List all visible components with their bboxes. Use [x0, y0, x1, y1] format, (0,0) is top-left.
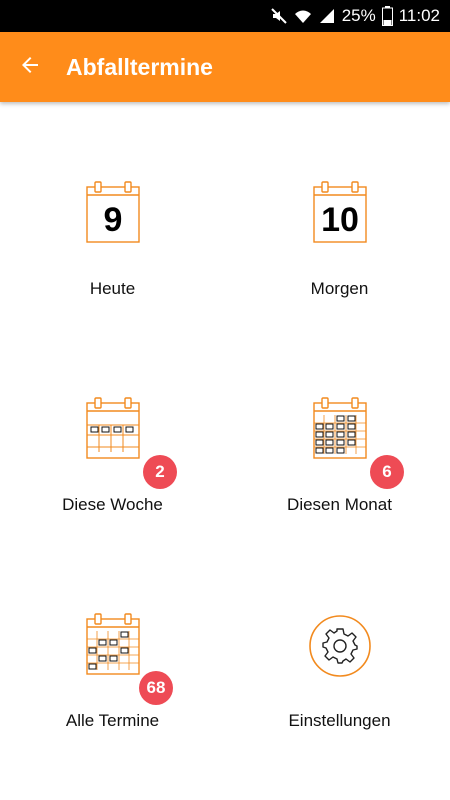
calendar-day-icon: 9 — [86, 181, 140, 243]
tile-einstellungen[interactable]: Einstellungen — [227, 534, 450, 750]
calendar-day-icon: 10 — [313, 181, 367, 243]
calendar-all-icon — [86, 613, 140, 675]
back-button[interactable] — [14, 51, 46, 83]
mute-icon — [270, 7, 288, 25]
menu-grid: 9 Heute 10 Morgen 2 Diese Woche 6 Diesen… — [0, 102, 450, 800]
tile-alle-termine[interactable]: 68 Alle Termine — [0, 534, 225, 750]
calendar-month-icon — [313, 397, 367, 459]
count-badge: 2 — [143, 455, 177, 489]
status-bar: 25% 11:02 — [0, 0, 450, 32]
count-badge: 6 — [370, 455, 404, 489]
tile-label: Morgen — [310, 279, 369, 298]
calendar-day-number: 9 — [104, 201, 123, 239]
tile-heute[interactable]: 9 Heute — [0, 102, 225, 318]
count-badge: 68 — [139, 671, 173, 705]
tile-label: Diesen Monat — [287, 495, 392, 514]
tile-label: Einstellungen — [288, 711, 391, 730]
page-title: Abfalltermine — [66, 54, 213, 80]
calendar-week-icon — [86, 397, 140, 459]
wifi-icon — [294, 7, 312, 25]
battery-icon — [381, 6, 393, 26]
tile-label: Heute — [89, 279, 136, 298]
app-bar: Abfalltermine — [0, 32, 450, 102]
tile-label: Alle Termine — [65, 711, 160, 730]
gear-icon — [309, 615, 371, 677]
tile-diese-woche[interactable]: 2 Diese Woche — [0, 318, 225, 534]
tile-diesen-monat[interactable]: 6 Diesen Monat — [227, 318, 450, 534]
clock: 11:02 — [398, 6, 440, 25]
tile-label: Diese Woche — [62, 495, 163, 514]
signal-icon — [318, 7, 336, 25]
calendar-day-number: 10 — [321, 201, 359, 239]
arrow-left-icon — [18, 53, 42, 82]
battery-text: 25% — [341, 6, 376, 25]
tile-morgen[interactable]: 10 Morgen — [227, 102, 450, 318]
